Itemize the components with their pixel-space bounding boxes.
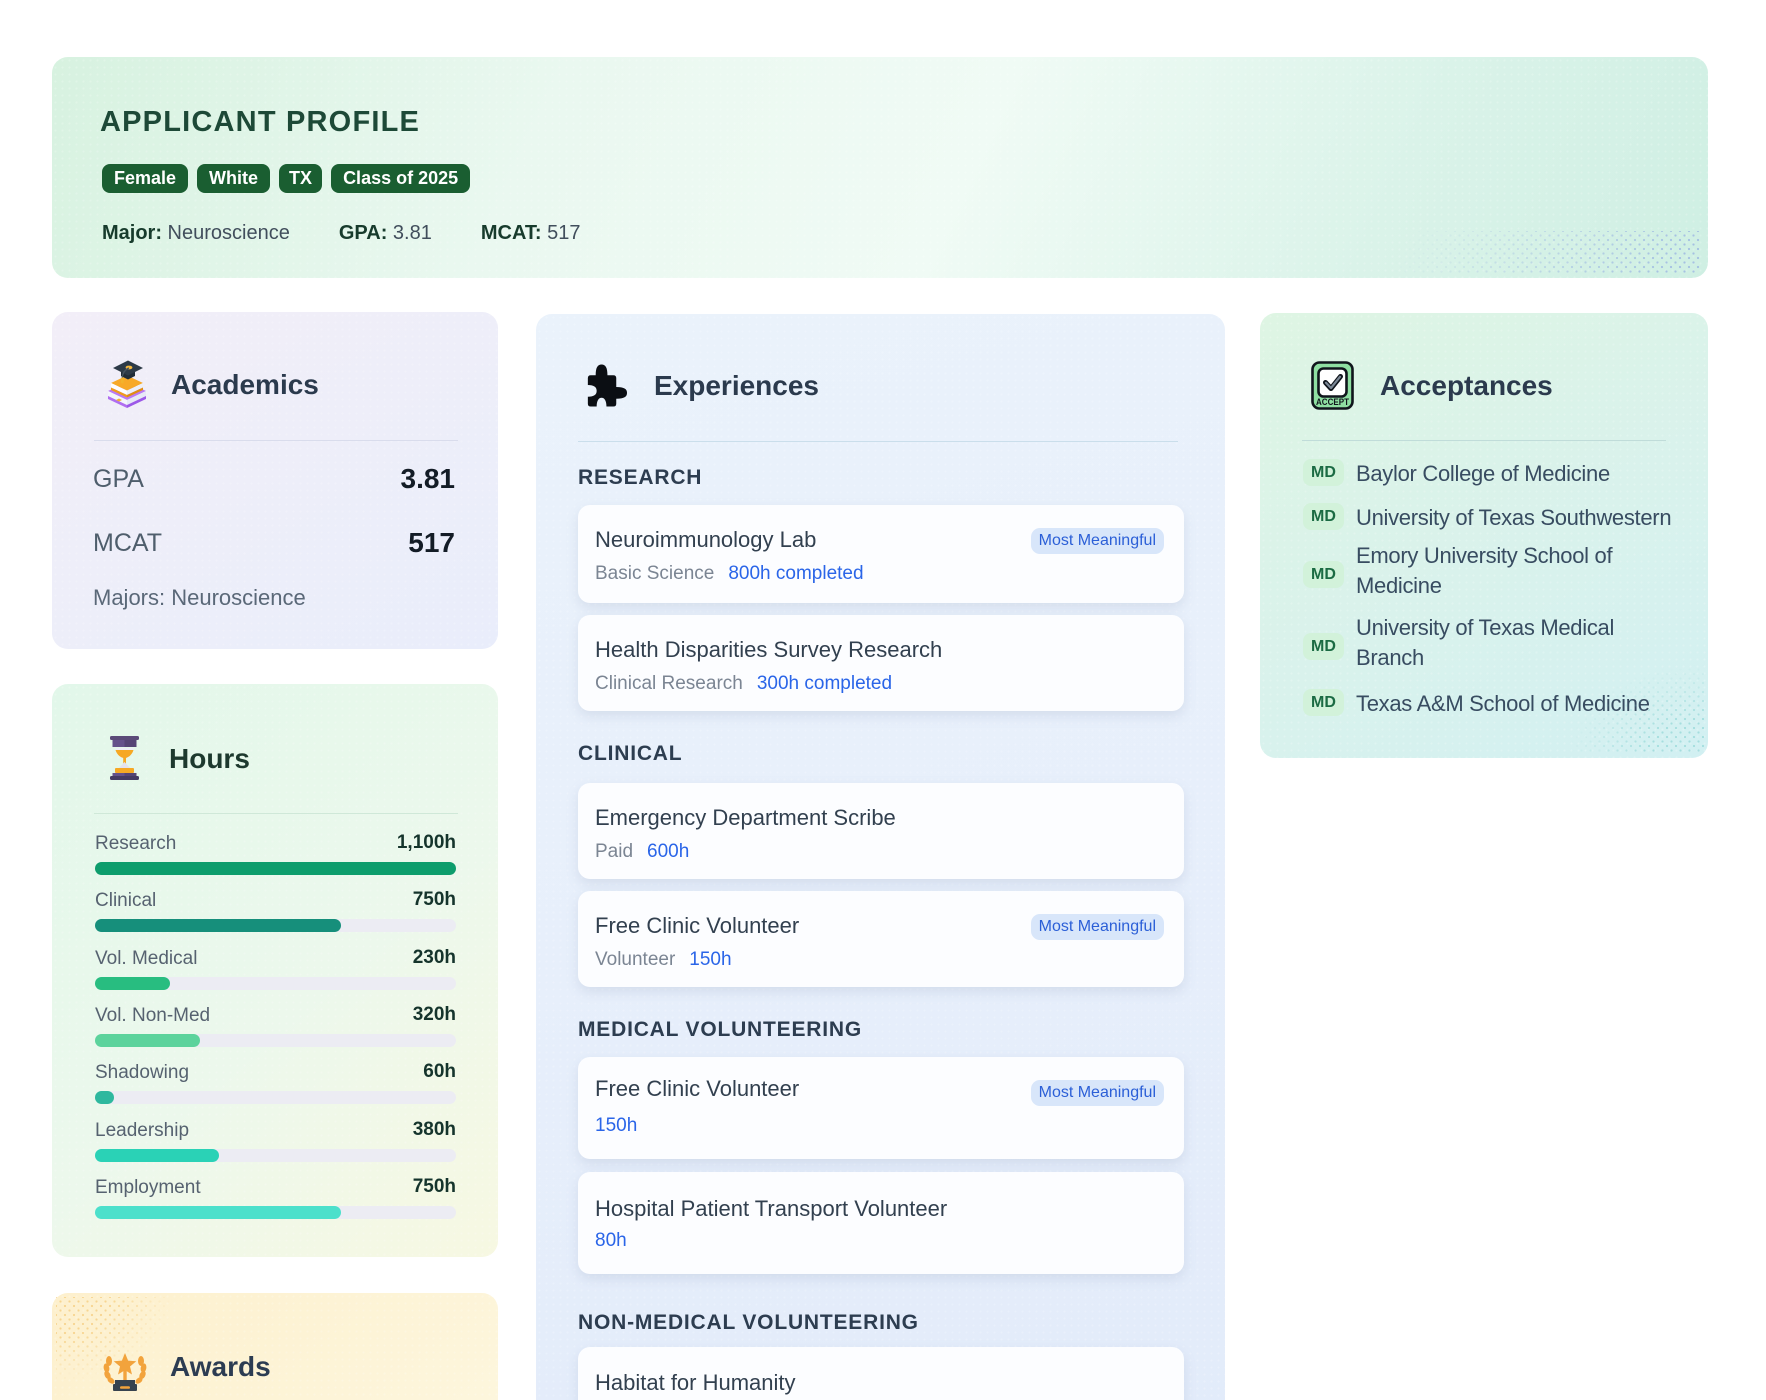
svg-text:ACCEPT: ACCEPT xyxy=(1316,397,1350,407)
